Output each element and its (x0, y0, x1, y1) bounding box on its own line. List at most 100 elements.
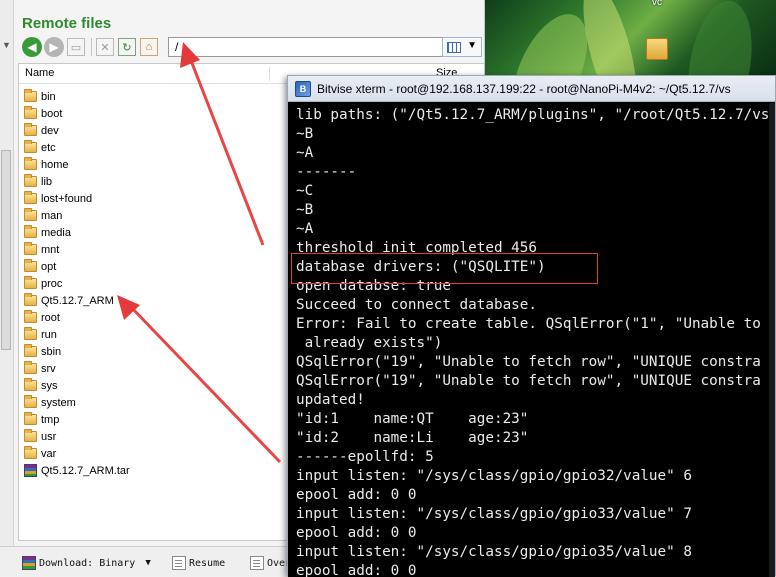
scrollbar-thumb[interactable] (1, 150, 11, 350)
resume-label: Resume (189, 557, 226, 569)
file-row[interactable]: system (19, 394, 130, 411)
file-name: srv (41, 362, 56, 375)
terminal-line: ~B (296, 126, 314, 142)
overwrite-icon (250, 556, 264, 570)
file-row[interactable]: bin (19, 88, 130, 105)
desktop-folder-icon[interactable] (646, 38, 668, 60)
xterm-titlebar[interactable]: B Bitvise xterm - root@192.168.137.199:2… (288, 76, 775, 102)
file-row[interactable]: mnt (19, 241, 130, 258)
file-row[interactable]: run (19, 326, 130, 343)
file-row[interactable]: usr (19, 428, 130, 445)
file-name: dev (41, 124, 59, 137)
download-mode-label: Download: Binary (39, 557, 136, 569)
file-row[interactable]: media (19, 224, 130, 241)
forward-icon[interactable]: ▶ (44, 37, 64, 57)
xterm-title: Bitvise xterm - root@192.168.137.199:22 … (317, 81, 731, 96)
file-name: system (41, 396, 76, 409)
folder-icon (24, 191, 37, 204)
file-row[interactable]: root (19, 309, 130, 326)
file-name: var (41, 447, 57, 460)
column-name-header[interactable]: Name (25, 67, 54, 79)
terminal-line: ~C (296, 183, 314, 199)
left-scrollbar[interactable]: ▼ (0, 0, 14, 576)
refresh-icon[interactable]: ↻ (118, 38, 136, 56)
delete-icon[interactable]: ✕ (96, 38, 114, 56)
terminal-line: ~A (296, 221, 314, 237)
file-name: Qt5.12.7_ARM (41, 294, 114, 307)
file-row[interactable]: proc (19, 275, 130, 292)
file-row[interactable]: lib (19, 173, 130, 190)
folder-icon (24, 157, 37, 170)
terminal-line: already exists") (296, 335, 443, 351)
chevron-down-icon[interactable]: ▼ (145, 558, 150, 568)
bitvise-app-icon: B (295, 80, 311, 97)
file-row[interactable]: Qt5.12.7_ARM.tar (19, 462, 130, 479)
file-name: lib (41, 175, 53, 188)
panel-title: Remote files (22, 15, 112, 32)
terminal-output[interactable]: lib paths: ("/Qt5.12.7_ARM/plugins", "/r… (288, 103, 775, 577)
path-input[interactable]: / ▼ (168, 37, 454, 57)
folder-icon (24, 242, 37, 255)
folder-icon (24, 208, 37, 221)
folder-icon (24, 140, 37, 153)
terminal-line: threshold init completed 456 (296, 240, 538, 256)
archive-icon (24, 464, 37, 477)
print-icon[interactable]: ▭ (67, 38, 85, 56)
resume-button[interactable]: Resume (172, 556, 225, 570)
file-row[interactable]: srv (19, 360, 130, 377)
chevron-down-icon[interactable]: ▼ (2, 40, 11, 50)
terminal-line: ~B (296, 202, 314, 218)
terminal-line: epool add: 0 0 (296, 525, 417, 541)
download-mode-button[interactable]: Download: Binary ▼ (22, 556, 151, 570)
desktop-background: vc (480, 0, 776, 80)
terminal-scrollbar[interactable] (769, 103, 775, 577)
file-row[interactable]: sys (19, 377, 130, 394)
terminal-line: "id:1 name:QT age:23" (296, 411, 529, 427)
folder-icon (24, 259, 37, 272)
folder-icon (24, 310, 37, 323)
terminal-line: input listen: "/sys/class/gpio/gpio32/va… (296, 468, 692, 484)
file-name: etc (41, 141, 56, 154)
folder-icon (24, 225, 37, 238)
terminal-line: epool add: 0 0 (296, 563, 417, 577)
file-row[interactable]: boot (19, 105, 130, 122)
file-row[interactable]: etc (19, 139, 130, 156)
folder-icon (24, 378, 37, 391)
file-name: proc (41, 277, 63, 290)
folder-icon (24, 395, 37, 408)
desktop-icon-label[interactable]: vc (652, 0, 662, 8)
terminal-line: ------- (296, 164, 357, 180)
path-value: / (175, 40, 179, 54)
download-icon (22, 556, 36, 570)
terminal-line: Error: Fail to create table. QSqlError("… (296, 316, 761, 332)
xterm-window[interactable]: B Bitvise xterm - root@192.168.137.199:2… (287, 75, 776, 577)
file-name: bin (41, 90, 56, 103)
file-row[interactable]: home (19, 156, 130, 173)
overwrite-button[interactable]: Over (250, 556, 291, 570)
file-row[interactable]: var (19, 445, 130, 462)
file-row[interactable]: tmp (19, 411, 130, 428)
file-row[interactable]: sbin (19, 343, 130, 360)
file-row[interactable]: opt (19, 258, 130, 275)
file-row[interactable]: Qt5.12.7_ARM (19, 292, 130, 309)
home-icon[interactable]: ⌂ (140, 38, 158, 56)
folder-icon (24, 429, 37, 442)
terminal-line: "id:2 name:Li age:23" (296, 430, 529, 446)
back-icon[interactable]: ◀ (22, 37, 42, 57)
file-row[interactable]: lost+found (19, 190, 130, 207)
view-mode-button[interactable]: ▼ (442, 37, 482, 57)
terminal-line: lib paths: ("/Qt5.12.7_ARM/plugins", "/r… (296, 107, 770, 123)
file-name: sbin (41, 345, 62, 358)
terminal-line: database drivers: ("QSQLITE") (296, 259, 546, 275)
file-row[interactable]: dev (19, 122, 130, 139)
folder-icon (24, 123, 37, 136)
file-row[interactable]: man (19, 207, 130, 224)
chevron-down-icon[interactable]: ▼ (467, 40, 477, 51)
folder-icon (24, 293, 37, 306)
file-name: sys (41, 379, 58, 392)
file-name: tmp (41, 413, 60, 426)
remote-toolbar: ◀ ▶ ▭ ✕ ↻ ⌂ / ▼ ▼ (18, 37, 483, 59)
folder-icon (24, 344, 37, 357)
folder-icon (24, 412, 37, 425)
resume-icon (172, 556, 186, 570)
